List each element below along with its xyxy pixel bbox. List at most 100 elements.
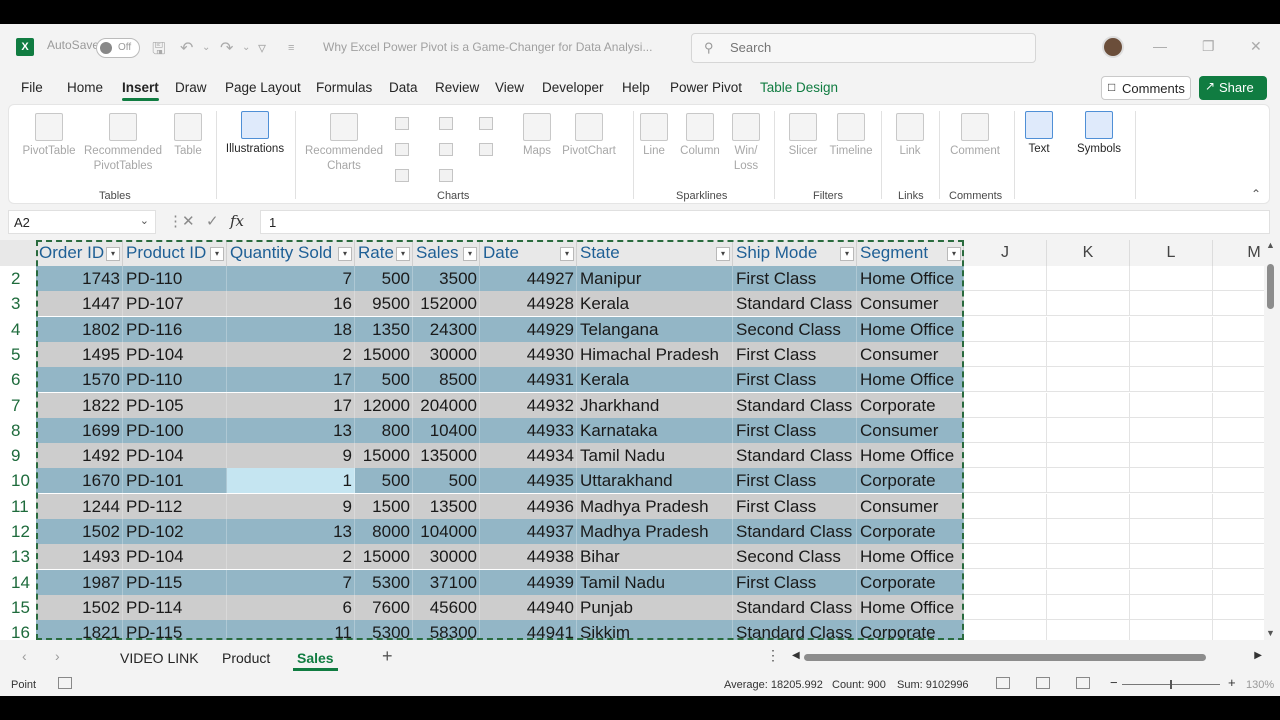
maps-button[interactable]: Maps	[517, 113, 557, 159]
table-cell[interactable]: 1350	[355, 316, 413, 342]
zoom-level[interactable]: 130%	[1246, 679, 1274, 691]
row-number[interactable]: 11	[0, 494, 36, 519]
page-break-view-icon[interactable]	[1076, 677, 1090, 689]
empty-cell[interactable]	[1130, 594, 1213, 620]
table-cell[interactable]: Corporate	[857, 569, 964, 595]
empty-cell[interactable]	[1047, 266, 1130, 291]
table-cell[interactable]: Uttarakhand	[577, 468, 733, 494]
table-cell[interactable]: Consumer	[857, 493, 964, 519]
table-cell[interactable]: 16	[227, 291, 355, 317]
column-header[interactable]: Quantity Sold ▾	[227, 240, 355, 266]
pivotchart-button[interactable]: PivotChart	[559, 113, 619, 159]
vertical-scroll-thumb[interactable]	[1267, 264, 1274, 309]
text-button[interactable]: Text	[1021, 111, 1057, 157]
table-cell[interactable]: Second Class	[733, 316, 857, 342]
table-cell[interactable]: 2	[227, 341, 355, 367]
tab-file[interactable]: File	[21, 80, 43, 95]
empty-cell[interactable]	[1130, 392, 1213, 418]
pie-chart-icon[interactable]	[395, 169, 409, 182]
table-cell[interactable]: 9	[227, 493, 355, 519]
table-cell[interactable]: 44939	[480, 569, 577, 595]
column-letter-header[interactable]: L	[1130, 240, 1213, 266]
scroll-left-icon[interactable]: ◀	[792, 650, 800, 661]
table-cell[interactable]: Corporate	[857, 620, 964, 640]
table-cell[interactable]: Home Office	[857, 266, 964, 291]
share-button[interactable]: ↗ Share	[1199, 76, 1267, 100]
empty-cell[interactable]	[1047, 341, 1130, 367]
table-cell[interactable]: 1447	[36, 291, 123, 317]
document-title[interactable]: Why Excel Power Pivot is a Game-Changer …	[323, 40, 652, 54]
empty-cell[interactable]	[1213, 266, 1264, 291]
table-cell[interactable]: First Class	[733, 493, 857, 519]
table-cell[interactable]: PD-105	[123, 392, 227, 418]
table-cell[interactable]: Corporate	[857, 519, 964, 544]
table-cell[interactable]: 1570	[36, 367, 123, 393]
table-cell[interactable]: 5300	[355, 620, 413, 640]
empty-cell[interactable]	[1047, 620, 1130, 640]
recommended-pivottables-button[interactable]: Recommended PivotTables	[81, 113, 165, 174]
table-cell[interactable]: PD-115	[123, 569, 227, 595]
empty-cell[interactable]	[1213, 316, 1264, 342]
empty-cell[interactable]	[1130, 569, 1213, 595]
vertical-scrollbar[interactable]: ▲ ▼	[1264, 240, 1280, 640]
row-number[interactable]: 9	[0, 443, 36, 468]
empty-cell[interactable]	[964, 392, 1047, 418]
table-cell[interactable]: PD-110	[123, 367, 227, 393]
table-cell[interactable]: Standard Class	[733, 392, 857, 418]
row-number[interactable]: 16	[0, 620, 36, 640]
tab-formulas[interactable]: Formulas	[316, 80, 372, 95]
insert-function-icon[interactable]: fx	[230, 212, 244, 230]
table-cell[interactable]: 135000	[413, 443, 480, 469]
filter-dropdown-icon[interactable]: ▾	[560, 247, 574, 261]
table-cell[interactable]: 44927	[480, 266, 577, 291]
symbols-button[interactable]: Symbols	[1071, 111, 1127, 157]
column-letter-header[interactable]: M	[1213, 240, 1264, 266]
undo-icon[interactable]: ↶	[180, 38, 193, 58]
table-cell[interactable]: PD-102	[123, 519, 227, 544]
table-cell[interactable]: Home Office	[857, 316, 964, 342]
add-sheet-icon[interactable]: +	[382, 646, 393, 667]
sparkline-column-button[interactable]: Column	[677, 113, 723, 159]
table-cell[interactable]: 44928	[480, 291, 577, 317]
table-cell[interactable]: Second Class	[733, 544, 857, 570]
empty-cell[interactable]	[1130, 316, 1213, 342]
comments-button[interactable]: □ Comments	[1101, 76, 1191, 100]
column-header[interactable]: Product ID ▾	[123, 240, 227, 266]
table-cell[interactable]: 30000	[413, 341, 480, 367]
empty-cell[interactable]	[1047, 519, 1130, 544]
table-cell[interactable]: Standard Class	[733, 620, 857, 640]
row-number[interactable]: 6	[0, 367, 36, 392]
tab-view[interactable]: View	[495, 80, 524, 95]
table-cell[interactable]: 1822	[36, 392, 123, 418]
table-cell[interactable]: Kerala	[577, 367, 733, 393]
normal-view-icon[interactable]	[996, 677, 1010, 689]
table-cell[interactable]: PD-114	[123, 594, 227, 620]
slicer-button[interactable]: Slicer	[785, 113, 821, 159]
empty-cell[interactable]	[964, 266, 1047, 291]
empty-cell[interactable]	[1047, 417, 1130, 443]
table-cell[interactable]: Standard Class	[733, 291, 857, 317]
table-cell[interactable]: PD-100	[123, 417, 227, 443]
table-cell[interactable]: 1500	[355, 493, 413, 519]
table-cell[interactable]: First Class	[733, 341, 857, 367]
filter-dropdown-icon[interactable]: ▾	[396, 247, 410, 261]
table-cell[interactable]: PD-104	[123, 443, 227, 469]
table-cell[interactable]: 44929	[480, 316, 577, 342]
table-cell[interactable]: Tamil Nadu	[577, 443, 733, 469]
table-cell[interactable]: 800	[355, 417, 413, 443]
table-cell[interactable]: 10400	[413, 417, 480, 443]
table-cell[interactable]: 12000	[355, 392, 413, 418]
table-cell[interactable]: 8500	[413, 367, 480, 393]
empty-cell[interactable]	[964, 367, 1047, 393]
table-cell[interactable]: Punjab	[577, 594, 733, 620]
table-cell[interactable]: 500	[413, 468, 480, 494]
empty-cell[interactable]	[964, 594, 1047, 620]
table-cell[interactable]: 15000	[355, 341, 413, 367]
empty-cell[interactable]	[964, 620, 1047, 640]
status-sum[interactable]: Sum: 9102996	[897, 679, 969, 691]
table-cell[interactable]: 30000	[413, 544, 480, 570]
empty-cell[interactable]	[1130, 544, 1213, 570]
table-cell[interactable]: 7	[227, 266, 355, 291]
empty-cell[interactable]	[1130, 443, 1213, 469]
undo-dropdown-icon[interactable]: ⌄	[202, 42, 210, 53]
